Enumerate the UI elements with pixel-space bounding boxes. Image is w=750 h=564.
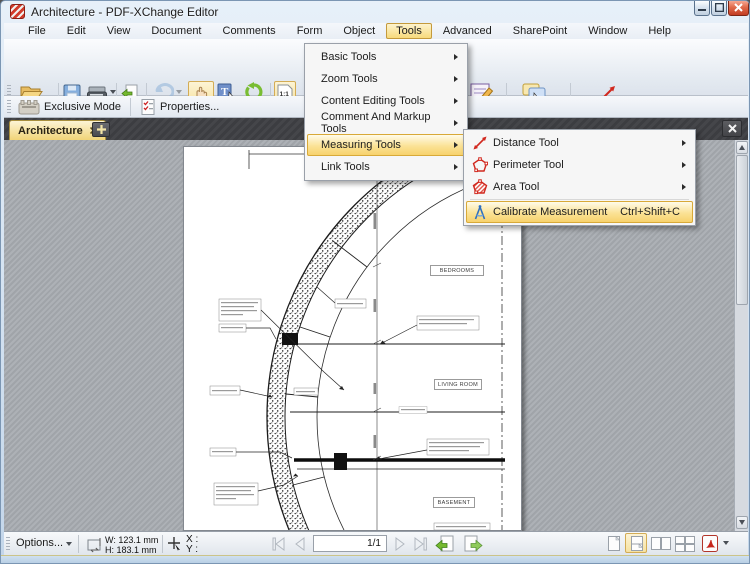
menubar-item-document[interactable]: Document: [141, 23, 211, 39]
window-frame-bottom: [1, 555, 750, 564]
open-in-acrobat-button[interactable]: [701, 534, 719, 553]
cursor-position-icon: [168, 537, 182, 551]
menu-bar: File Edit View Document Comments Form Ob…: [4, 23, 748, 39]
submenu-arrow-icon: [682, 140, 686, 146]
submenu-arrow-icon: [454, 164, 458, 170]
new-tab-button[interactable]: [92, 122, 110, 137]
submenu-arrow-icon: [682, 184, 686, 190]
scroll-up-icon: [739, 145, 745, 150]
measuring-tools-submenu: Distance Tool Perimeter Tool: [463, 129, 696, 226]
dimensions-icon: [86, 536, 103, 553]
menubar-item-window[interactable]: Window: [578, 23, 637, 39]
menubar-item-object[interactable]: Object: [333, 23, 385, 39]
submenu-arrow-icon: [682, 162, 686, 168]
multi-page-layout-button[interactable]: [674, 535, 696, 553]
previous-page-button[interactable]: [292, 536, 308, 552]
toolbar2-grip[interactable]: [7, 100, 11, 114]
menu-item-perimeter-tool[interactable]: Perimeter Tool: [466, 154, 693, 176]
undo-dropdown-icon[interactable]: [176, 90, 182, 94]
properties-button[interactable]: [140, 98, 156, 116]
menu-separator: [470, 199, 689, 200]
area-icon: [467, 179, 493, 195]
options-button[interactable]: Options...: [16, 537, 63, 549]
plus-icon: [97, 125, 106, 134]
menu-item-zoom-tools[interactable]: Zoom Tools: [307, 68, 465, 90]
room-label-basement: BASEMENT: [433, 497, 475, 508]
menu-item-distance-tool[interactable]: Distance Tool: [466, 132, 693, 154]
exclusive-mode-label: Exclusive Mode: [44, 101, 121, 113]
menubar-item-help[interactable]: Help: [638, 23, 681, 39]
room-label-living-room: LIVING ROOM: [434, 379, 482, 390]
shortcut-label: Ctrl+Shift+C: [620, 206, 692, 218]
menubar-item-edit[interactable]: Edit: [57, 23, 96, 39]
app-logo-icon: [10, 4, 25, 19]
application-window: Architecture - PDF-XChange Editor File E…: [0, 0, 750, 564]
acrobat-dropdown-icon[interactable]: [723, 541, 729, 545]
next-view-button[interactable]: [462, 534, 484, 554]
minimize-button[interactable]: [694, 1, 710, 16]
submenu-arrow-icon: [454, 120, 458, 126]
menu-item-calibrate-measurement[interactable]: Calibrate Measurement Ctrl+Shift+C: [466, 201, 693, 223]
continuous-layout-icon: [627, 535, 647, 553]
menubar-item-advanced[interactable]: Advanced: [433, 23, 502, 39]
options-dropdown-icon[interactable]: [66, 542, 72, 546]
scroll-up-button[interactable]: [736, 141, 748, 154]
close-icon: [728, 124, 737, 133]
submenu-arrow-icon: [454, 98, 458, 104]
menubar-item-sharepoint[interactable]: SharePoint: [503, 23, 577, 39]
distance-icon: [467, 135, 493, 151]
next-page-button[interactable]: [392, 536, 408, 552]
menu-item-content-editing-tools[interactable]: Content Editing Tools: [307, 90, 465, 112]
single-page-layout-button[interactable]: [604, 535, 624, 553]
window-title: Architecture - PDF-XChange Editor: [31, 5, 218, 19]
maximize-button[interactable]: [711, 1, 727, 16]
last-page-button[interactable]: [411, 536, 429, 552]
vertical-scrollbar[interactable]: [734, 140, 748, 531]
y-coordinate-label: Y :: [186, 545, 198, 555]
scroll-down-button[interactable]: [736, 516, 748, 529]
scroll-down-icon: [739, 520, 745, 525]
menu-item-comment-and-markup-tools[interactable]: Comment And Markup Tools: [307, 112, 465, 134]
menubar-item-comments[interactable]: Comments: [213, 23, 286, 39]
first-page-button[interactable]: [270, 536, 288, 552]
menu-item-link-tools[interactable]: Link Tools: [307, 156, 465, 178]
menubar-item-file[interactable]: File: [18, 23, 56, 39]
close-document-button[interactable]: [722, 120, 742, 137]
properties-icon: [140, 98, 156, 116]
exclusive-mode-button[interactable]: [18, 99, 40, 115]
continuous-layout-button[interactable]: [625, 533, 647, 553]
title-bar[interactable]: Architecture - PDF-XChange Editor: [1, 1, 750, 23]
menu-item-basic-tools[interactable]: Basic Tools: [307, 46, 465, 68]
scrollbar-thumb[interactable]: [736, 155, 748, 305]
room-label-bedrooms: BEDROOMS: [430, 265, 484, 276]
previous-view-button[interactable]: [434, 534, 456, 554]
menubar-item-view[interactable]: View: [97, 23, 141, 39]
menubar-item-tools[interactable]: Tools: [386, 23, 432, 39]
menubar-item-form[interactable]: Form: [287, 23, 333, 39]
submenu-arrow-icon: [454, 54, 458, 60]
height-readout: H: 183.1 mm: [105, 545, 157, 555]
perimeter-icon: [467, 157, 493, 173]
close-button[interactable]: [728, 1, 749, 16]
properties-label: Properties...: [160, 101, 219, 113]
menu-item-measuring-tools[interactable]: Measuring Tools: [307, 134, 465, 156]
tab-label: Architecture: [18, 125, 83, 137]
tools-menu: Basic Tools Zoom Tools Content Editing T…: [304, 43, 468, 181]
status-bar: Options... W: 123.1 mm H: 183.1 mm X : Y…: [4, 531, 748, 555]
menu-item-area-tool[interactable]: Area Tool: [466, 176, 693, 198]
width-readout: W: 123.1 mm: [105, 535, 158, 545]
exclusive-mode-icon: [18, 99, 40, 115]
submenu-arrow-icon: [454, 142, 458, 148]
two-page-layout-button[interactable]: [650, 535, 672, 553]
page-number-input[interactable]: 1/1: [313, 535, 387, 552]
calibrate-icon: [467, 204, 493, 220]
submenu-arrow-icon: [454, 76, 458, 82]
statusbar-grip[interactable]: [6, 537, 10, 551]
